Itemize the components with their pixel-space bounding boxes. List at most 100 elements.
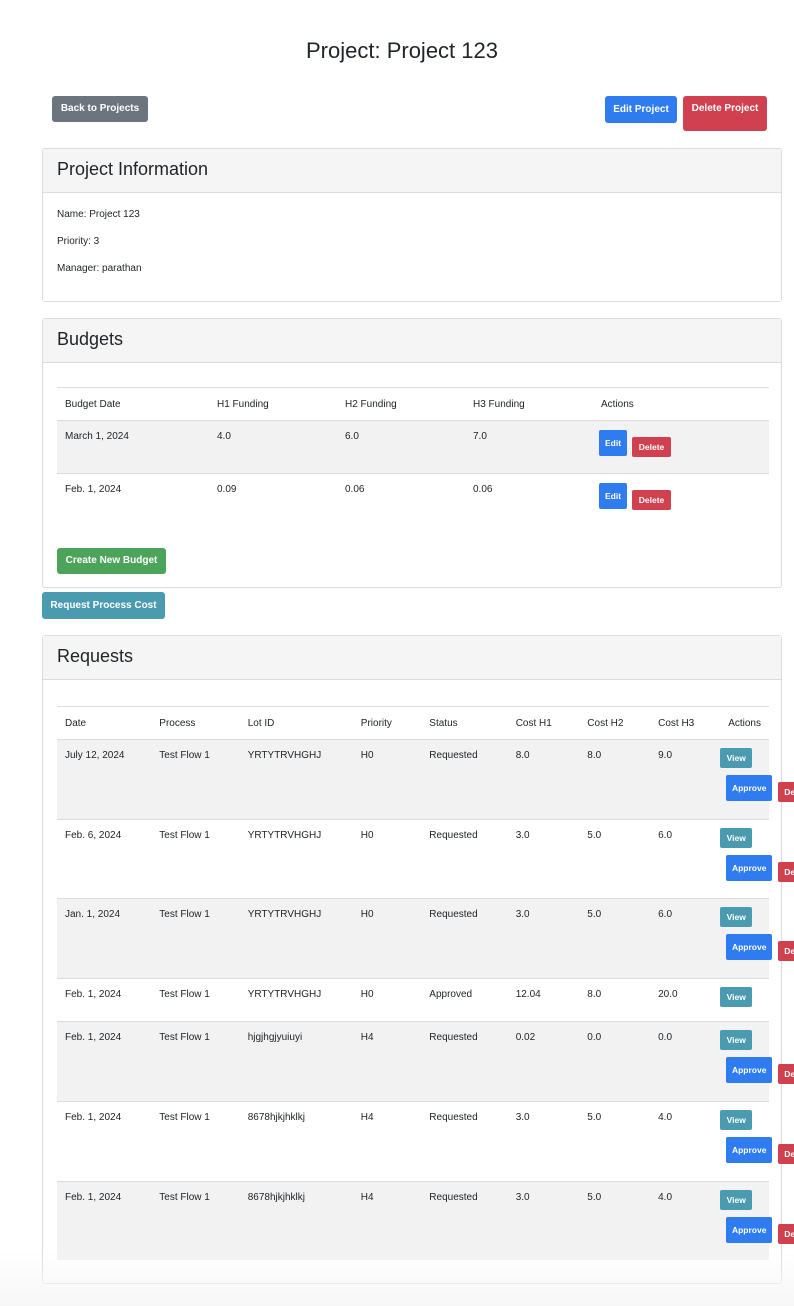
page-bottom-fade	[0, 1250, 794, 1306]
deny-request-button[interactable]: Deny	[778, 1064, 794, 1084]
request-cost-h2: 8.0	[579, 739, 651, 820]
budget-date: Feb. 1, 2024	[57, 473, 209, 527]
project-info-header: Project Information	[43, 149, 781, 193]
approve-request-button[interactable]: Approve	[726, 775, 773, 801]
budget-actions: Edit Delete	[593, 420, 769, 474]
request-cost-h2: 5.0	[579, 898, 651, 979]
deny-request-button[interactable]: Deny	[778, 782, 794, 802]
table-row: Feb. 1, 2024 Test Flow 1 8678hjkjhklkj H…	[57, 1181, 794, 1260]
column-header: H3 Funding	[465, 387, 593, 421]
deny-request-button[interactable]: Deny	[778, 862, 794, 882]
request-process: Test Flow 1	[151, 739, 240, 820]
requests-card: Requests Date Process Lot ID Priority St…	[42, 635, 794, 1284]
request-process: Test Flow 1	[151, 978, 240, 1022]
request-priority: H0	[352, 898, 422, 979]
request-actions: View Approve Deny	[720, 1021, 794, 1102]
request-actions: View	[720, 978, 769, 1022]
view-request-button[interactable]: View	[720, 987, 753, 1007]
deny-request-button[interactable]: Deny	[778, 1224, 794, 1244]
approve-request-button[interactable]: Approve	[726, 1217, 773, 1243]
request-cost-h2: 0.0	[579, 1021, 651, 1102]
request-date: Jan. 1, 2024	[57, 898, 152, 979]
column-header: Budget Date	[57, 387, 209, 421]
table-row: Feb. 1, 2024 Test Flow 1 8678hjkjhklkj H…	[57, 1101, 794, 1182]
budget-h1: 0.09	[209, 473, 337, 527]
request-status: Requested	[421, 739, 508, 820]
request-lot-id: 8678hjkjhklkj	[239, 1101, 353, 1182]
request-cost-h2: 5.0	[579, 1181, 651, 1260]
delete-budget-button[interactable]: Delete	[632, 490, 671, 510]
request-cost-h3: 6.0	[650, 819, 721, 899]
request-date: Feb. 1, 2024	[57, 1181, 152, 1260]
request-cost-h3: 4.0	[650, 1101, 721, 1182]
delete-budget-button[interactable]: Delete	[632, 437, 671, 457]
deny-request-button[interactable]: Deny	[778, 941, 794, 961]
request-status: Requested	[421, 1101, 508, 1182]
budget-h1: 4.0	[209, 420, 337, 474]
view-request-button[interactable]: View	[720, 1190, 753, 1210]
column-header: H2 Funding	[337, 387, 465, 421]
view-request-button[interactable]: View	[720, 828, 753, 848]
request-priority: H0	[352, 819, 422, 899]
request-lot-id: hjgjhgjyuiuyi	[239, 1021, 353, 1102]
budgets-card: Budgets Budget Date H1 Funding H2 Fundin…	[42, 318, 782, 588]
edit-project-button[interactable]: Edit Project	[605, 96, 677, 123]
request-priority: H4	[352, 1021, 422, 1102]
request-priority: H0	[352, 739, 422, 820]
create-budget-button[interactable]: Create New Budget	[57, 548, 166, 574]
column-header: Cost H3	[650, 706, 721, 740]
column-header: H1 Funding	[209, 387, 337, 421]
budgets-header-row: Budget Date H1 Funding H2 Funding H3 Fun…	[57, 387, 769, 421]
column-header: Actions	[593, 387, 769, 421]
edit-budget-button[interactable]: Edit	[599, 483, 627, 509]
request-actions: View Approve Deny	[720, 739, 794, 820]
budget-h3: 0.06	[465, 473, 593, 527]
approve-request-button[interactable]: Approve	[726, 1137, 773, 1163]
request-actions: View Approve Deny	[720, 898, 794, 979]
requests-header-row: Date Process Lot ID Priority Status Cost…	[57, 706, 769, 740]
edit-budget-button[interactable]: Edit	[599, 430, 627, 456]
column-header: Process	[151, 706, 240, 740]
request-process: Test Flow 1	[151, 819, 240, 899]
request-process: Test Flow 1	[151, 898, 240, 979]
request-date: Feb. 1, 2024	[57, 978, 152, 1022]
approve-request-button[interactable]: Approve	[726, 934, 773, 960]
request-cost-h1: 3.0	[507, 898, 580, 979]
request-actions: View Approve Deny	[720, 819, 794, 899]
request-cost-h2: 8.0	[579, 978, 651, 1022]
back-to-projects-button[interactable]: Back to Projects	[52, 96, 148, 122]
request-date: Feb. 1, 2024	[57, 1101, 152, 1182]
request-lot-id: YRTYTRVHGHJ	[239, 819, 353, 899]
request-status: Approved	[421, 978, 508, 1022]
table-row: July 12, 2024 Test Flow 1 YRTYTRVHGHJ H0…	[57, 739, 794, 820]
approve-request-button[interactable]: Approve	[726, 855, 773, 881]
delete-project-button[interactable]: Delete Project	[683, 96, 767, 131]
deny-request-button[interactable]: Deny	[778, 1144, 794, 1164]
request-cost-h1: 8.0	[507, 739, 580, 820]
column-header: Cost H1	[507, 706, 580, 740]
table-row: Feb. 6, 2024 Test Flow 1 YRTYTRVHGHJ H0 …	[57, 819, 794, 899]
requests-header: Requests	[43, 636, 781, 680]
request-status: Requested	[421, 1021, 508, 1102]
budget-actions: Edit Delete	[593, 473, 769, 527]
request-process: Test Flow 1	[151, 1021, 240, 1102]
page-title: Project: Project 123	[306, 38, 498, 63]
table-row: March 1, 2024 4.0 6.0 7.0 Edit Delete	[57, 420, 769, 474]
request-lot-id: YRTYTRVHGHJ	[239, 978, 353, 1022]
request-actions: View Approve Deny	[720, 1181, 794, 1260]
view-request-button[interactable]: View	[720, 1110, 753, 1130]
request-actions: View Approve Deny	[720, 1101, 794, 1182]
view-request-button[interactable]: View	[720, 907, 753, 927]
budget-h2: 6.0	[337, 420, 465, 474]
table-row: Feb. 1, 2024 0.09 0.06 0.06 Edit Delete	[57, 473, 769, 527]
view-request-button[interactable]: View	[720, 1030, 753, 1050]
approve-request-button[interactable]: Approve	[726, 1057, 773, 1083]
budget-h3: 7.0	[465, 420, 593, 474]
request-process-cost-button[interactable]: Request Process Cost	[42, 592, 165, 619]
view-request-button[interactable]: View	[720, 748, 753, 768]
budgets-header: Budgets	[43, 319, 781, 363]
table-row: Feb. 1, 2024 Test Flow 1 YRTYTRVHGHJ H0 …	[57, 978, 769, 1022]
request-status: Requested	[421, 819, 508, 899]
project-name: Name: Project 123	[57, 209, 140, 220]
column-header: Status	[421, 706, 508, 740]
